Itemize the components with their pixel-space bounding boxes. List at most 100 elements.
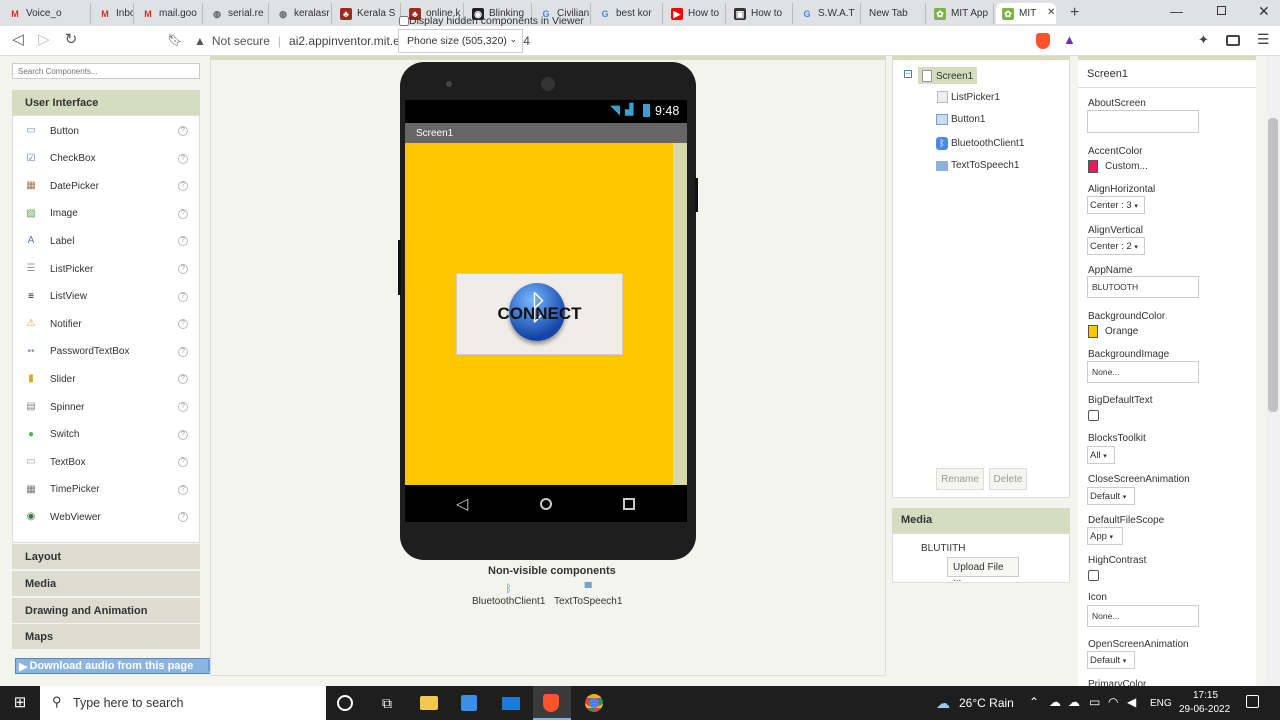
prop-blockstoolkit-select[interactable]: All ▾	[1087, 446, 1115, 464]
help-icon[interactable]: ?	[178, 264, 188, 274]
palette-item-textbox[interactable]: ▭ TextBox?	[13, 451, 199, 473]
tab-12[interactable]: ▣ How to	[728, 3, 793, 24]
nav-recents-icon[interactable]	[623, 498, 635, 510]
volume-icon[interactable]: ◀	[1127, 695, 1136, 709]
display-hidden-checkbox[interactable]: Display hidden components in Viewer	[399, 15, 584, 27]
category-media[interactable]: Media	[12, 570, 200, 596]
brave-icon[interactable]	[543, 694, 559, 712]
prop-alignvertical-select[interactable]: Center : 2 ▾	[1087, 237, 1145, 255]
help-icon[interactable]: ?	[178, 236, 188, 247]
prop-bgimage-field[interactable]: None...	[1087, 361, 1199, 383]
search-components-input[interactable]	[12, 63, 200, 79]
help-icon[interactable]: ?	[178, 374, 188, 385]
palette-item-timepicker[interactable]: ▦ TimePicker?	[13, 479, 199, 501]
tab-15[interactable]: ✿ MIT App	[928, 3, 994, 24]
prop-bgcolor-picker[interactable]: Orange	[1088, 325, 1138, 338]
restore-icon[interactable]	[1217, 6, 1226, 15]
wifi-icon[interactable]: ◠	[1108, 695, 1118, 709]
help-icon[interactable]: ?	[178, 457, 188, 468]
help-icon[interactable]: ?	[178, 153, 188, 164]
nav-home-icon[interactable]	[540, 498, 552, 510]
prop-icon-field[interactable]: None...	[1087, 605, 1199, 627]
prop-highcontrast-checkbox[interactable]	[1088, 570, 1099, 581]
phone-size-select[interactable]: Phone size (505,320) ⌄	[398, 29, 523, 53]
palette-item-checkbox[interactable]: ☑ CheckBox?	[13, 148, 199, 170]
weather-text[interactable]: 26°C Rain	[959, 696, 1014, 710]
nonvisible-bluetooth[interactable]: ᛒ BluetoothClient1	[472, 583, 545, 607]
nonvisible-tts[interactable]: ▀ TextToSpeech1	[554, 583, 622, 607]
palette-item-listpicker[interactable]: ☰ ListPicker?	[13, 258, 199, 280]
tab-10[interactable]: Gbest kor	[593, 3, 663, 24]
mail-icon[interactable]	[502, 697, 520, 710]
menu-icon[interactable]: ☰	[1257, 31, 1270, 48]
tree-item-bluetoothclient1[interactable]: ᛒ BluetoothClient1	[936, 137, 1024, 150]
palette-item-webviewer[interactable]: ◉ WebViewer?	[13, 506, 199, 528]
download-audio-bar[interactable]: ▶ Download audio from this page ② ✕	[15, 658, 231, 674]
prop-appname-field[interactable]: BLUTOOTH	[1087, 276, 1199, 298]
notification-icon[interactable]	[1246, 695, 1259, 708]
rename-button[interactable]: Rename	[936, 468, 984, 490]
file-explorer-icon[interactable]	[420, 696, 438, 710]
help-icon[interactable]: ?	[178, 429, 188, 440]
extensions-icon[interactable]: ✦	[1198, 32, 1209, 48]
tree-item-listpicker1[interactable]: ListPicker1	[937, 91, 1000, 103]
help-icon[interactable]: ?	[178, 346, 188, 357]
bookmark-icon[interactable]: 🔖︎	[167, 32, 183, 48]
tray-chevron-up-icon[interactable]: ⌃	[1029, 695, 1039, 709]
brave-shield-icon[interactable]	[1036, 33, 1050, 49]
connect-button[interactable]: ᛒ CONNECT	[456, 273, 623, 355]
palette-item-image[interactable]: ▨ Image?	[13, 203, 199, 225]
cortana-icon[interactable]	[337, 695, 353, 711]
tree-item-texttospeech1[interactable]: TextToSpeech1	[936, 160, 1019, 171]
tree-item-screen1[interactable]: Screen1	[918, 67, 978, 84]
palette-item-spinner[interactable]: ▤ Spinner?	[13, 396, 199, 418]
palette-item-notifier[interactable]: ⚠ Notifier?	[13, 313, 199, 335]
media-item[interactable]: BLUTIITH	[921, 543, 965, 554]
help-icon[interactable]: ?	[178, 484, 188, 495]
onedrive-icon[interactable]: ☁	[1049, 695, 1061, 709]
tab-5[interactable]: ◍ keralasr	[271, 3, 332, 24]
close-tab-icon[interactable]: ✕	[1047, 7, 1055, 18]
category-drawing-animation[interactable]: Drawing and Animation	[12, 597, 200, 623]
help-icon[interactable]: ?	[178, 402, 188, 412]
tab-11[interactable]: ▶ How to	[665, 3, 726, 24]
nav-back-icon[interactable]: ◁	[456, 494, 468, 514]
help-icon[interactable]: ?	[178, 319, 188, 330]
tab-2[interactable]: M Inbox (3	[93, 3, 134, 24]
category-user-interface[interactable]: User Interface	[12, 89, 200, 115]
reload-icon[interactable]: ↻	[63, 32, 79, 48]
chrome-icon[interactable]	[585, 694, 603, 712]
tab-3[interactable]: Mmail.goo	[136, 3, 203, 24]
help-icon[interactable]: ?	[178, 181, 188, 192]
palette-item-button[interactable]: ▭ Button?	[13, 120, 199, 142]
display-hidden-check[interactable]	[399, 16, 409, 26]
taskbar-search[interactable]: ⚲ Type here to search	[40, 686, 326, 720]
palette-item-switch[interactable]: ● Switch?	[13, 424, 199, 446]
url-field[interactable]: ▲ Not secure | ai2.appinventor.mit.edu/#…	[194, 29, 1084, 53]
prop-bigdefaulttext-checkbox[interactable]	[1088, 410, 1099, 421]
palette-item-passwordtextbox[interactable]: •• PasswordTextBox?	[13, 341, 199, 363]
close-window-icon[interactable]: ✕	[1258, 3, 1270, 20]
help-icon[interactable]: ?	[178, 291, 188, 302]
category-maps[interactable]: Maps	[12, 623, 200, 649]
upload-file-button[interactable]: Upload File ...	[947, 557, 1019, 584]
back-icon[interactable]: ◁	[10, 32, 26, 48]
store-icon[interactable]	[461, 695, 477, 711]
tab-14[interactable]: New Tab	[863, 3, 926, 24]
help-icon[interactable]: ?	[178, 512, 188, 523]
tab-1[interactable]: M Voice_o	[3, 3, 91, 24]
clock-time[interactable]: 17:15	[1193, 690, 1218, 701]
palette-item-datepicker[interactable]: ▦ DatePicker?	[13, 175, 199, 197]
forward-icon[interactable]: ▷	[36, 32, 52, 48]
minimize-icon[interactable]: —	[1170, 4, 1183, 19]
prop-alignhorizontal-select[interactable]: Center : 3 ▾	[1087, 196, 1145, 214]
new-tab-plus-icon[interactable]: +	[1070, 4, 1079, 22]
palette-item-label[interactable]: A Label?	[13, 230, 199, 252]
page-scrollbar-thumb[interactable]	[1268, 118, 1278, 412]
prop-openanimation-select[interactable]: Default ▾	[1087, 651, 1135, 669]
help-icon[interactable]: ?	[178, 126, 188, 136]
clock-date[interactable]: 29-06-2022	[1179, 704, 1230, 715]
wallet-icon[interactable]	[1226, 35, 1240, 46]
brave-rewards-icon[interactable]: ▲	[1063, 32, 1076, 47]
tab-6[interactable]: ♣ Kerala S	[334, 3, 401, 24]
